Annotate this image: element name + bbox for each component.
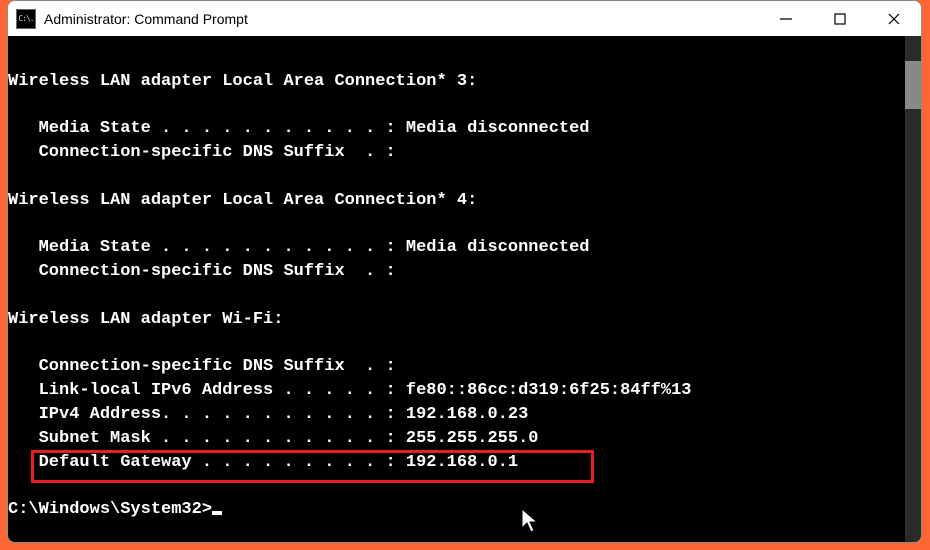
command-prompt-window: C:\. Administrator: Command Prompt <box>7 0 922 543</box>
prompt-text: C:\Windows\System32> <box>8 500 212 519</box>
window-title: Administrator: Command Prompt <box>44 11 248 27</box>
dns-suffix-line: Connection-specific DNS Suffix . : <box>8 355 921 379</box>
cmd-icon: C:\. <box>16 9 36 29</box>
text-cursor <box>212 511 222 515</box>
maximize-button[interactable] <box>813 1 867 36</box>
window-controls <box>759 1 921 36</box>
dns-suffix-line: Connection-specific DNS Suffix . : <box>8 141 921 165</box>
close-icon <box>887 12 901 26</box>
ipv6-line: Link-local IPv6 Address . . . . . : fe80… <box>8 379 921 403</box>
minimize-icon <box>779 12 793 26</box>
prompt-line: C:\Windows\System32> <box>8 498 921 522</box>
scrollbar-track[interactable] <box>905 36 921 542</box>
adapter-header: Wireless LAN adapter Local Area Connecti… <box>8 70 921 94</box>
window-titlebar[interactable]: C:\. Administrator: Command Prompt <box>8 1 921 36</box>
output-line <box>8 474 921 498</box>
adapter-header: Wireless LAN adapter Local Area Connecti… <box>8 189 921 213</box>
terminal-content: Wireless LAN adapter Local Area Connecti… <box>8 46 921 526</box>
output-line <box>8 213 921 237</box>
media-state-line: Media State . . . . . . . . . . . : Medi… <box>8 236 921 260</box>
maximize-icon <box>833 12 847 26</box>
adapter-header: Wireless LAN adapter Wi-Fi: <box>8 308 921 332</box>
subnet-line: Subnet Mask . . . . . . . . . . . : 255.… <box>8 427 921 451</box>
output-line <box>8 94 921 118</box>
gateway-line: Default Gateway . . . . . . . . . : 192.… <box>8 451 921 475</box>
scrollbar-thumb[interactable] <box>905 61 921 109</box>
dns-suffix-line: Connection-specific DNS Suffix . : <box>8 260 921 284</box>
output-line <box>8 332 921 356</box>
output-line <box>8 284 921 308</box>
minimize-button[interactable] <box>759 1 813 36</box>
terminal-output-area[interactable]: Wireless LAN adapter Local Area Connecti… <box>8 36 921 542</box>
close-button[interactable] <box>867 1 921 36</box>
ipv4-line: IPv4 Address. . . . . . . . . . . : 192.… <box>8 403 921 427</box>
media-state-line: Media State . . . . . . . . . . . : Medi… <box>8 117 921 141</box>
output-line <box>8 46 921 70</box>
output-line <box>8 165 921 189</box>
